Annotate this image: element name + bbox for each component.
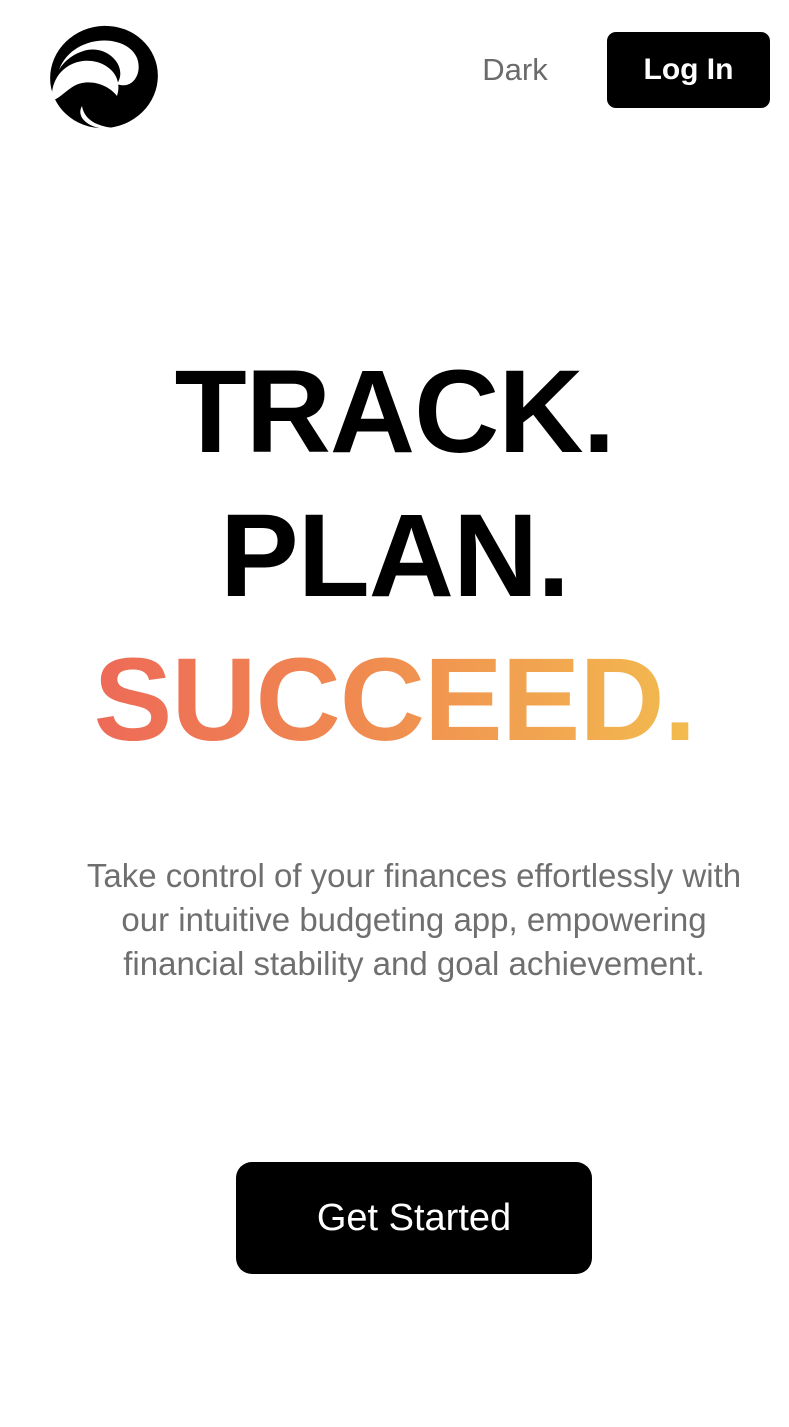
hero-line-plan: PLAN. (220, 490, 570, 622)
login-button[interactable]: Log In (607, 32, 770, 108)
get-started-button[interactable]: Get Started (236, 1162, 592, 1274)
swirl-logo-icon[interactable] (44, 24, 160, 134)
hero-line-track: TRACK. (174, 346, 616, 478)
hero-line-succeed: SUCCEED. (0, 628, 789, 772)
hero-description: Take control of your finances effortless… (86, 857, 742, 982)
dark-mode-toggle[interactable]: Dark (470, 48, 560, 92)
hero-heading: TRACK. PLAN. SUCCEED. (0, 340, 789, 772)
